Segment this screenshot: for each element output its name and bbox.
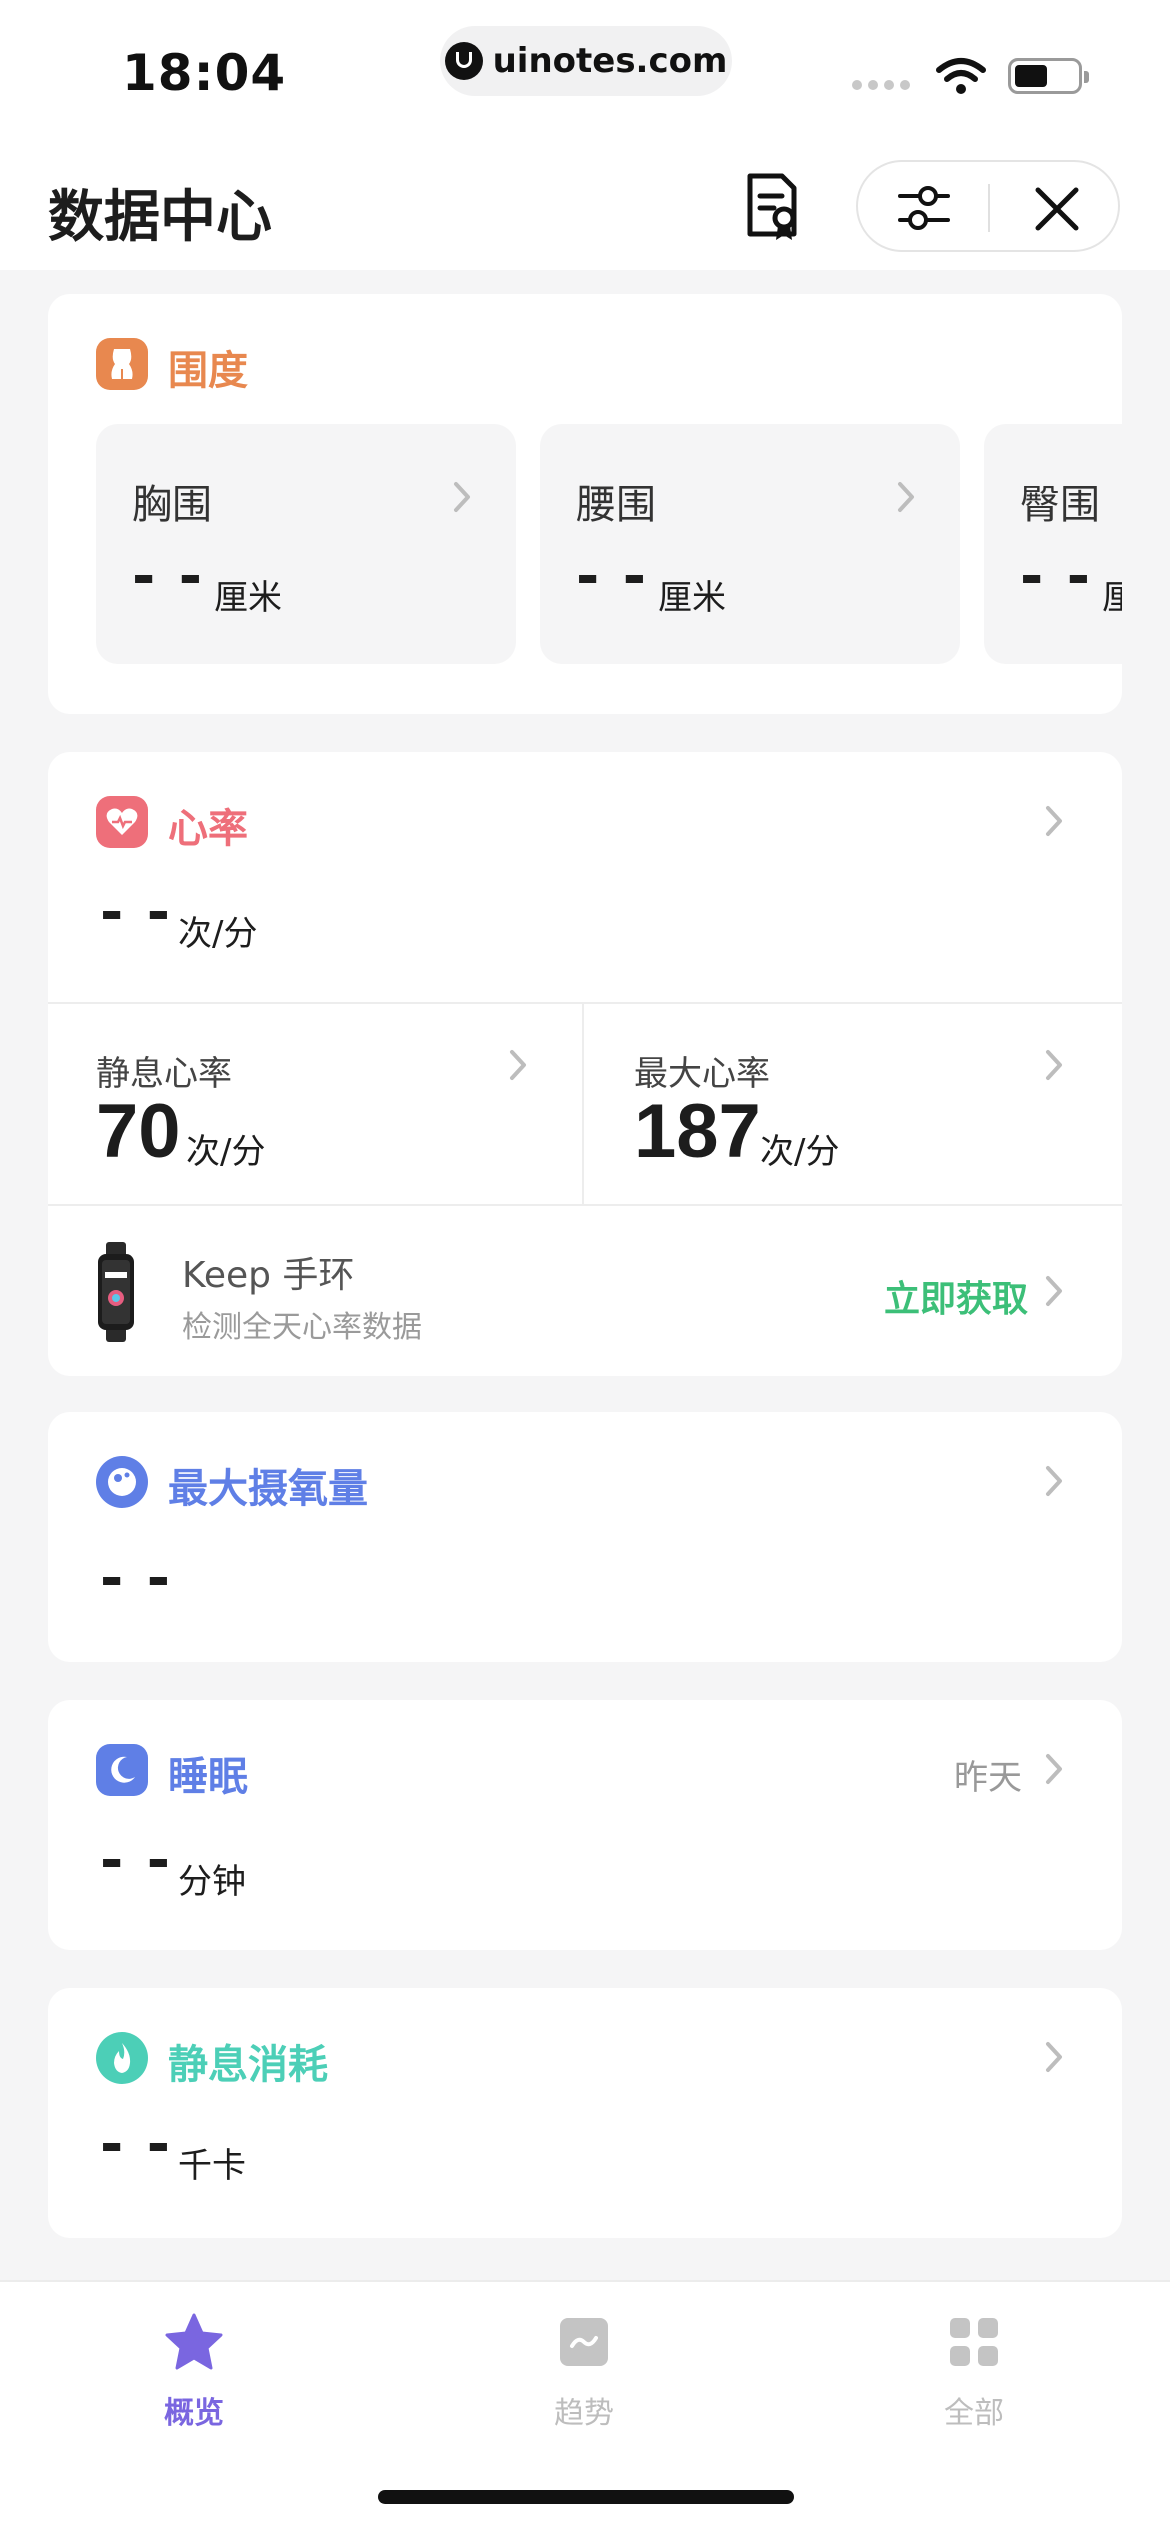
chevron-right-icon [1046, 1050, 1062, 1080]
resting-burn-card[interactable]: 静息消耗 - - 千卡 [48, 1988, 1122, 2238]
close-icon[interactable] [1030, 182, 1084, 236]
waist-value: - - [576, 544, 648, 609]
url-pill[interactable]: uinotes.com [440, 26, 732, 96]
chevron-right-icon [1046, 1754, 1062, 1784]
capsule-divider [988, 184, 990, 232]
resting-heart-rate[interactable]: 静息心率 70 次/分 [48, 1004, 582, 1204]
get-now-link[interactable]: 立即获取 [884, 1270, 1028, 1322]
vo2-max-value: - - [100, 1546, 172, 1611]
resting-burn-title: 静息消耗 [168, 2042, 328, 2088]
waist-unit: 厘米 [658, 578, 726, 618]
sleep-value: - - [100, 1828, 172, 1893]
star-icon [165, 2313, 223, 2370]
chest-label: 胸围 [132, 482, 212, 528]
page-title: 数据中心 [48, 185, 272, 250]
home-indicator [378, 2490, 794, 2504]
url-text: uinotes.com [492, 41, 728, 81]
girth-chest-card[interactable]: 胸围 - - 厘米 [96, 424, 516, 664]
sleep-date: 昨天 [954, 1758, 1022, 1798]
smart-band-image [98, 1242, 134, 1342]
body-figure-icon [96, 338, 148, 390]
mini-program-capsule [856, 160, 1120, 252]
site-logo-icon [444, 42, 483, 80]
heart-rate-title: 心率 [168, 806, 248, 852]
resting-burn-value: - - [100, 2112, 172, 2177]
hip-label: 臀围 [1020, 482, 1100, 528]
girth-card: 围度 胸围 - - 厘米 腰围 - - 厘米 臀围 - - 厘米 [48, 294, 1122, 714]
cellular-signal-icon [852, 80, 910, 90]
girth-title: 围度 [168, 348, 248, 394]
hip-unit: 厘米 [1102, 578, 1122, 618]
grid-icon [950, 2318, 998, 2366]
report-badge-icon[interactable] [742, 172, 802, 242]
promo-subtitle: 检测全天心率数据 [182, 1310, 422, 1345]
heart-rate-card: 心率 - - 次/分 静息心率 70 次/分 最大心率 187 次/分 Keep… [48, 752, 1122, 1376]
heart-icon [96, 796, 148, 848]
vo2-max-title: 最大摄氧量 [168, 1466, 368, 1512]
chevron-right-icon [454, 482, 470, 512]
chevron-right-icon [1046, 1276, 1062, 1306]
sleep-unit: 分钟 [178, 1862, 246, 1902]
heart-rate-summary[interactable]: 心率 - - 次/分 [48, 752, 1122, 1002]
moon-icon [96, 1744, 148, 1796]
heart-rate-unit: 次/分 [178, 914, 258, 954]
status-time: 18:04 [122, 44, 287, 102]
tab-all[interactable]: 全部 [874, 2312, 1074, 2432]
keep-band-promo[interactable]: Keep 手环 检测全天心率数据 立即获取 [48, 1206, 1122, 1376]
waist-label: 腰围 [576, 482, 656, 528]
girth-hip-card[interactable]: 臀围 - - 厘米 [984, 424, 1122, 664]
vo2-max-card[interactable]: 最大摄氧量 - - [48, 1412, 1122, 1662]
tab-overview-label: 概览 [164, 2396, 224, 2431]
tab-all-label: 全部 [944, 2396, 1004, 2431]
trend-icon [560, 2318, 608, 2366]
chevron-right-icon [898, 482, 914, 512]
tab-trend-label: 趋势 [554, 2396, 614, 2431]
heart-rate-value: - - [100, 880, 172, 945]
girth-waist-card[interactable]: 腰围 - - 厘米 [540, 424, 960, 664]
wifi-icon [936, 58, 986, 94]
max-hr-value: 187 [634, 1089, 761, 1174]
chest-value: - - [132, 544, 204, 609]
max-heart-rate[interactable]: 最大心率 187 次/分 [584, 1004, 1122, 1204]
battery-icon [1008, 58, 1089, 94]
resting-hr-value: 70 [96, 1089, 181, 1174]
tab-trend[interactable]: 趋势 [484, 2312, 684, 2432]
settings-sliders-icon[interactable] [894, 180, 954, 236]
chevron-right-icon [1046, 2042, 1062, 2072]
flame-icon [96, 2032, 148, 2084]
resting-burn-unit: 千卡 [178, 2146, 246, 2186]
chevron-right-icon [510, 1050, 526, 1080]
resting-hr-unit: 次/分 [186, 1132, 266, 1172]
tab-overview[interactable]: 概览 [94, 2312, 294, 2432]
sleep-card[interactable]: 睡眠 昨天 - - 分钟 [48, 1700, 1122, 1950]
sleep-title: 睡眠 [168, 1754, 248, 1800]
hip-value: - - [1020, 544, 1092, 609]
chevron-right-icon [1046, 1466, 1062, 1496]
oxygen-icon [96, 1456, 148, 1508]
promo-title: Keep 手环 [182, 1255, 355, 1296]
chest-unit: 厘米 [214, 578, 282, 618]
max-hr-unit: 次/分 [760, 1132, 840, 1172]
chevron-right-icon [1046, 806, 1062, 836]
